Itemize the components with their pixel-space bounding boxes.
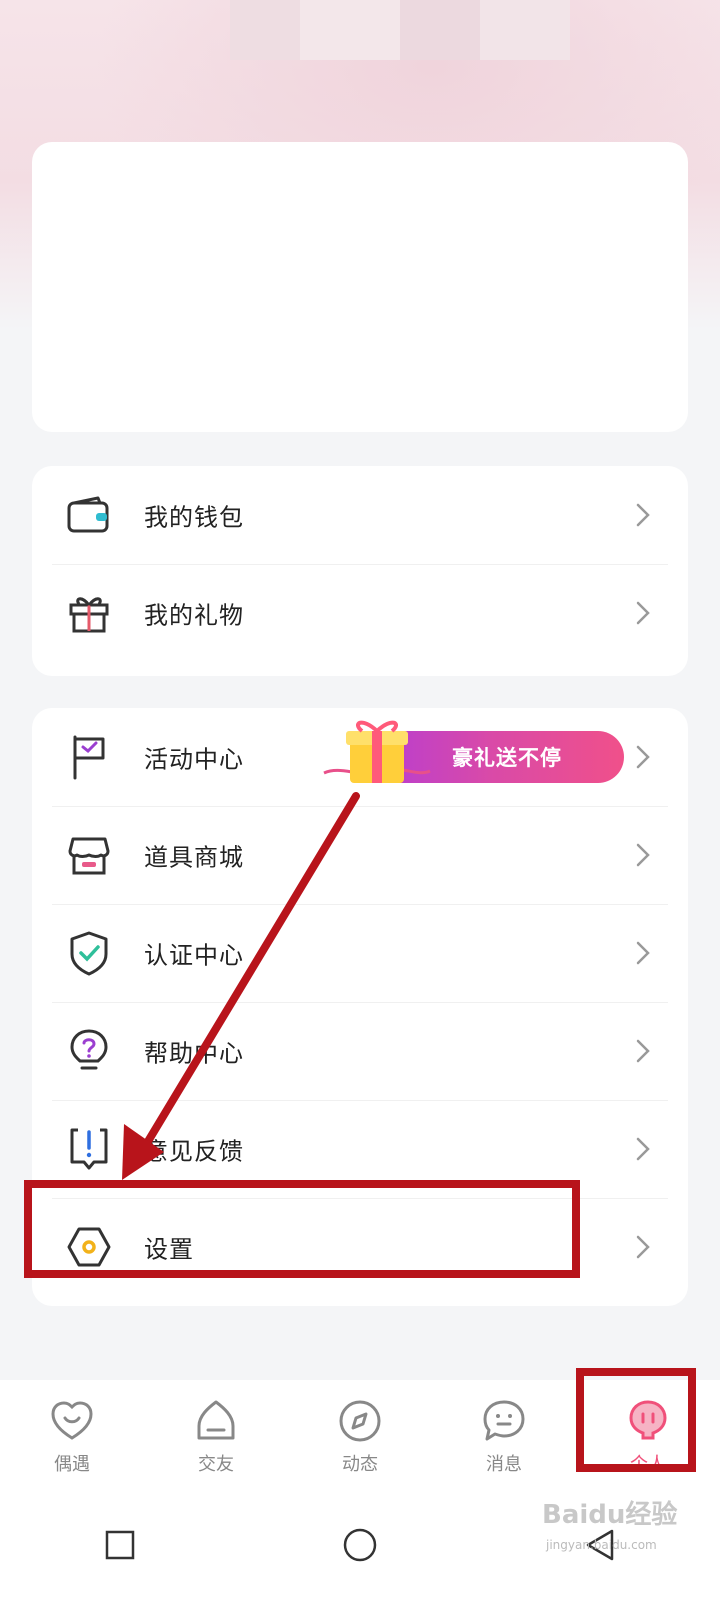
annotation-arrow bbox=[122, 792, 360, 1180]
